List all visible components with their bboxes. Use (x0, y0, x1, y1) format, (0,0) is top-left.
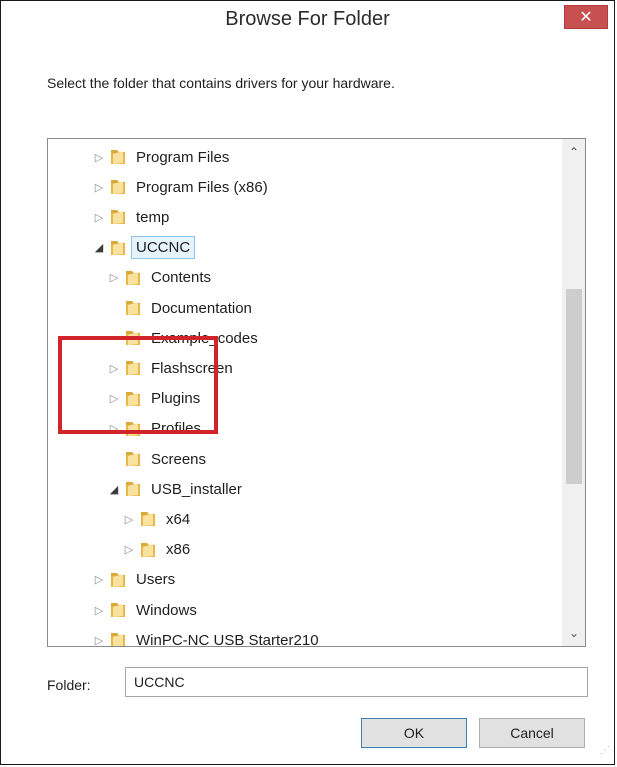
chevron-up-icon: ⌃ (568, 145, 580, 159)
vertical-scrollbar[interactable]: ⌃ ⌄ (562, 139, 585, 646)
tree-item[interactable]: ▷ Program Files (x86) (92, 172, 268, 202)
tree-item[interactable]: ▷ x64 (122, 504, 190, 534)
tree-item[interactable]: ▷ temp (92, 202, 170, 232)
folder-icon (108, 147, 128, 167)
expand-arrow-icon[interactable]: ▷ (122, 513, 136, 526)
tree-item-label: WinPC-NC USB Starter210 (136, 631, 319, 647)
expand-arrow-icon[interactable]: ▷ (92, 211, 106, 224)
scroll-up-button[interactable]: ⌃ (563, 141, 585, 163)
expand-arrow-icon[interactable]: ▷ (92, 151, 106, 164)
close-icon: ✕ (579, 9, 593, 26)
expand-arrow-icon[interactable]: ▷ (107, 271, 121, 284)
folder-icon (123, 449, 143, 469)
tree-item[interactable]: Screens (107, 444, 206, 474)
ok-button[interactable]: OK (361, 718, 467, 748)
folder-icon (123, 268, 143, 288)
expand-arrow-icon[interactable]: ▷ (92, 634, 106, 646)
expand-arrow-icon[interactable]: ▷ (92, 573, 106, 586)
tree-item-label: UCCNC (131, 236, 196, 260)
folder-icon (108, 238, 128, 258)
folder-icon (108, 630, 128, 646)
close-button[interactable]: ✕ (564, 5, 608, 29)
tree-item-label: Program Files (x86) (136, 178, 268, 196)
tree-item[interactable]: Documentation (107, 293, 252, 323)
chevron-down-icon: ⌄ (568, 626, 580, 640)
folder-icon (123, 479, 143, 499)
title-bar[interactable]: Browse For Folder ✕ (1, 1, 614, 37)
tree-item[interactable]: ▷ Windows (92, 595, 197, 625)
tree-item-label: USB_installer (151, 480, 242, 498)
scroll-down-button[interactable]: ⌄ (563, 622, 585, 644)
tree-item-label: x86 (166, 541, 191, 559)
tree-item[interactable]: ▷ Program Files (92, 142, 230, 172)
tree-item-label: Screens (151, 450, 207, 468)
folder-icon (123, 298, 143, 318)
annotation-highlight-box (58, 336, 218, 434)
tree-item-label: x64 (166, 510, 191, 528)
tree-item[interactable]: ▷ WinPC-NC USB Starter210 (92, 625, 319, 647)
resize-grip-icon[interactable]: ⋰ (598, 746, 610, 760)
expand-arrow-icon[interactable]: ▷ (122, 543, 136, 556)
tree-item[interactable]: ◢ USB_installer (107, 474, 242, 504)
expand-arrow-icon[interactable]: ▷ (92, 604, 106, 617)
folder-icon (108, 177, 128, 197)
tree-item-label: temp (136, 208, 170, 226)
folder-field[interactable] (125, 667, 588, 697)
collapse-arrow-icon[interactable]: ◢ (107, 483, 121, 496)
browse-for-folder-dialog: Browse For Folder ✕ Select the folder th… (0, 0, 615, 765)
tree-item[interactable]: ▷ x86 (122, 535, 190, 565)
dialog-title: Browse For Folder (225, 8, 390, 30)
collapse-arrow-icon[interactable]: ◢ (92, 241, 106, 254)
folder-icon (108, 570, 128, 590)
folder-icon (138, 540, 158, 560)
tree-item[interactable]: ▷ Contents (107, 263, 211, 293)
tree-item-label: Documentation (151, 299, 252, 317)
instruction-text: Select the folder that contains drivers … (47, 75, 395, 91)
tree-item-label: Users (136, 571, 176, 589)
tree-item-label: Windows (136, 601, 197, 619)
folder-icon (108, 207, 128, 227)
folder-label: Folder: (47, 677, 91, 693)
tree-item[interactable]: ◢ UCCNC (92, 233, 196, 263)
tree-item-label: Contents (151, 269, 212, 287)
tree-item[interactable]: ▷ Users (92, 565, 175, 595)
expand-arrow-icon[interactable]: ▷ (92, 181, 106, 194)
cancel-button[interactable]: Cancel (479, 718, 585, 748)
folder-icon (138, 509, 158, 529)
folder-icon (108, 600, 128, 620)
tree-item-label: Program Files (136, 148, 230, 166)
scroll-thumb[interactable] (566, 289, 582, 484)
